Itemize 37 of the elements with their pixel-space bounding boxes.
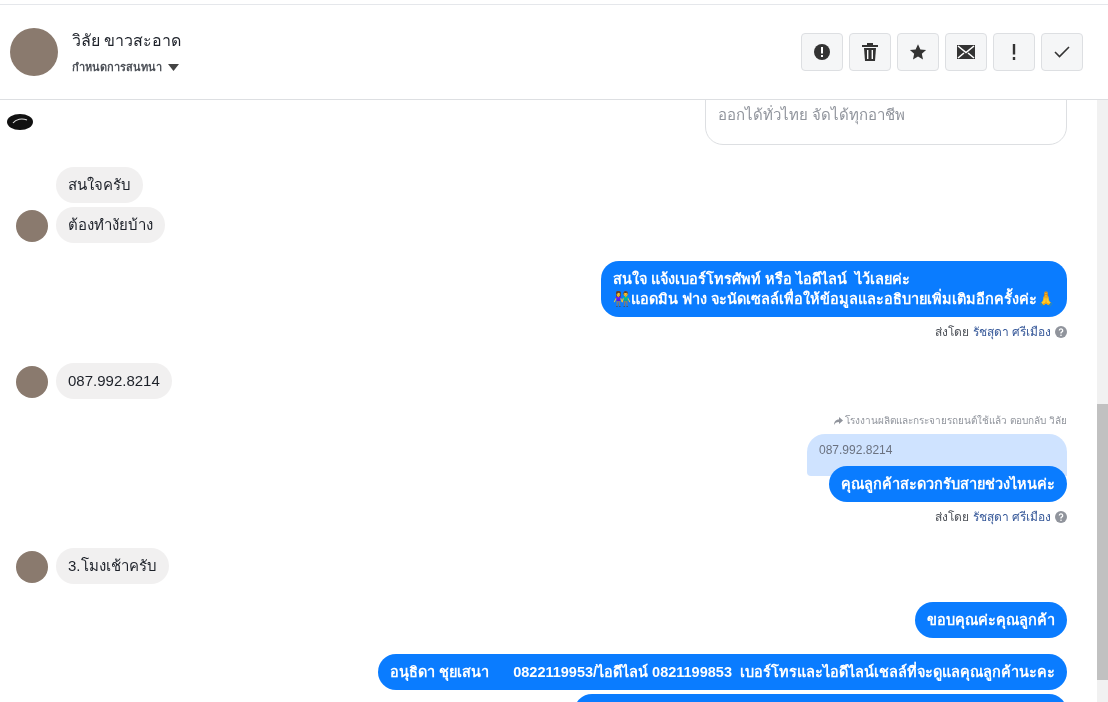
alert-icon bbox=[813, 43, 831, 61]
message-bubble: 3.โมงเช้าครับ bbox=[56, 548, 169, 584]
avatar-photo bbox=[10, 28, 58, 76]
message-bubble: สนใจ แจ้งเบอร์โทรศัพท์ หรือ ไอดีไลน์ ไว้เลยค่ะ 👫แอดมิน ฟาง จะนัดเซลล์เพื่อให้ข้อมูลและอธิบายเพิ่มเติมอีกครั้งค่ะ🙏 bbox=[600, 261, 1067, 317]
scrollbar[interactable] bbox=[1097, 100, 1108, 702]
caret-icon bbox=[168, 63, 179, 71]
reply-note: โรงงานผลิตและกระจายรถยนต์ใช้แล้ว ตอบกลับ วิลัย bbox=[845, 414, 1067, 428]
avatar-photo bbox=[16, 366, 48, 398]
avatar-photo bbox=[16, 551, 48, 583]
message-bubble: ต้องทำงัยบ้าง bbox=[56, 207, 165, 243]
star-button[interactable] bbox=[897, 33, 939, 71]
contact-name: วิลัย ขาวสะอาด bbox=[72, 30, 182, 51]
sent-by-label: ส่งโดย bbox=[934, 324, 969, 341]
unread-button[interactable] bbox=[945, 33, 987, 71]
mail-icon bbox=[957, 45, 975, 59]
sent-by-label: ส่งโดย bbox=[934, 509, 969, 526]
page-logo-icon bbox=[7, 114, 33, 130]
exclamation-icon bbox=[1012, 44, 1016, 60]
delete-button[interactable] bbox=[849, 33, 891, 71]
sender-name-link[interactable]: รัชสุดา ศรีเมือง bbox=[972, 323, 1051, 341]
done-button[interactable] bbox=[1041, 33, 1083, 71]
avatar-photo bbox=[16, 210, 48, 242]
help-icon bbox=[1055, 326, 1067, 338]
message-bubble: คุณลูกค้าสะดวกรับสายช่วงไหนค่ะ bbox=[829, 466, 1067, 502]
message-bubble: อนุธิดา ชุยเสนา 0822119953/ไอดีไลน์ 0821199853 เบอร์โทรและไอดีไลน์เชลล์ที่จะดูแลคุณลูกค้านะคะ bbox=[378, 654, 1067, 690]
sender-name-link[interactable]: รัชสุดา ศรีเมือง bbox=[972, 508, 1051, 526]
message-bubble: 087.992.8214 bbox=[56, 363, 172, 399]
conversation-dropdown[interactable]: กำหนดการสนทนา bbox=[72, 58, 182, 76]
message-bubble: ขอบคุณค่ะคุณลูกค้า bbox=[915, 602, 1067, 638]
card-description: ออกได้ทั่วไทย จัดได้ทุกอาชีพ bbox=[718, 104, 907, 126]
reply-arrow-icon bbox=[834, 416, 844, 425]
trash-icon bbox=[862, 43, 878, 61]
help-icon bbox=[1055, 511, 1067, 523]
check-icon bbox=[1054, 46, 1070, 58]
spam-button[interactable] bbox=[801, 33, 843, 71]
star-icon bbox=[909, 43, 927, 61]
message-bubble: สนใจครับ bbox=[56, 167, 143, 203]
